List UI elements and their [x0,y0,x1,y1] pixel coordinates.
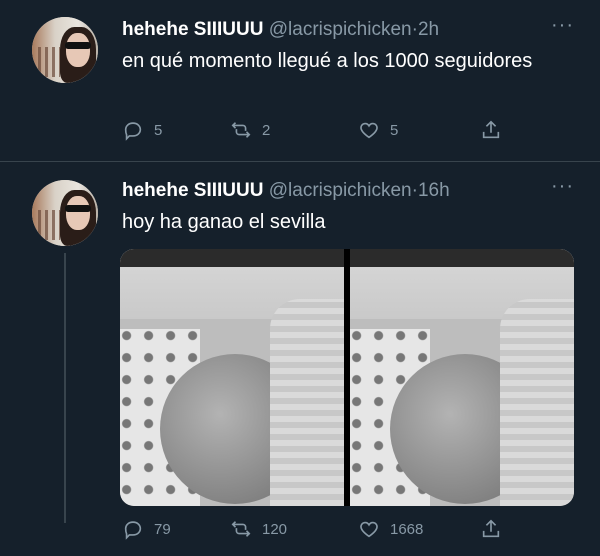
tweet-header: hehehe SIIIUUU @lacrispichicken·16h [122,179,450,203]
display-name[interactable]: hehehe SIIIUUU [122,180,263,201]
reply-icon [124,521,142,540]
more-options-icon[interactable]: ··· [551,14,574,37]
timestamp[interactable]: 16h [418,180,450,201]
tweet-actions: 79 120 1668 [122,517,582,541]
reply-button[interactable]: 79 [122,517,171,541]
tweet-media[interactable] [120,249,574,506]
tweet[interactable]: hehehe SIIIUUU @lacrispichicken·2h ··· e… [0,0,600,160]
avatar[interactable] [32,180,98,246]
thread-line [64,253,66,523]
reply-icon [124,122,142,141]
retweet-icon [231,521,251,537]
retweet-count: 2 [262,121,271,139]
tweet-divider [0,161,600,162]
like-count: 5 [390,121,399,139]
media-photo[interactable] [350,249,574,506]
share-button[interactable] [480,118,502,142]
tweet-text: en qué momento llegué a los 1000 seguido… [122,50,533,72]
user-handle[interactable]: @lacrispichicken [269,19,412,40]
like-button[interactable]: 1668 [358,517,423,541]
heart-icon [360,122,378,139]
tweet[interactable]: hehehe SIIIUUU @lacrispichicken·16h ··· … [0,165,600,556]
tweet-header: hehehe SIIIUUU @lacrispichicken·2h [122,18,439,42]
retweet-button[interactable]: 120 [230,517,287,541]
user-handle[interactable]: @lacrispichicken [269,180,412,201]
display-name[interactable]: hehehe SIIIUUU [122,19,263,40]
timestamp[interactable]: 2h [418,19,439,40]
tweet-actions: 5 2 5 [122,118,582,142]
retweet-count: 120 [262,520,288,538]
media-photo[interactable] [120,249,344,506]
share-icon [482,120,500,139]
reply-count: 5 [154,121,163,139]
like-button[interactable]: 5 [358,118,398,142]
retweet-icon [231,122,251,138]
retweet-button[interactable]: 2 [230,118,270,142]
reply-button[interactable]: 5 [122,118,162,142]
avatar[interactable] [32,17,98,83]
share-icon [482,519,500,538]
share-button[interactable] [480,517,502,541]
more-options-icon[interactable]: ··· [551,175,574,198]
tweet-text: hoy ha ganao el sevilla [122,211,326,233]
like-count: 1668 [390,520,424,538]
heart-icon [360,521,378,538]
reply-count: 79 [154,520,171,538]
